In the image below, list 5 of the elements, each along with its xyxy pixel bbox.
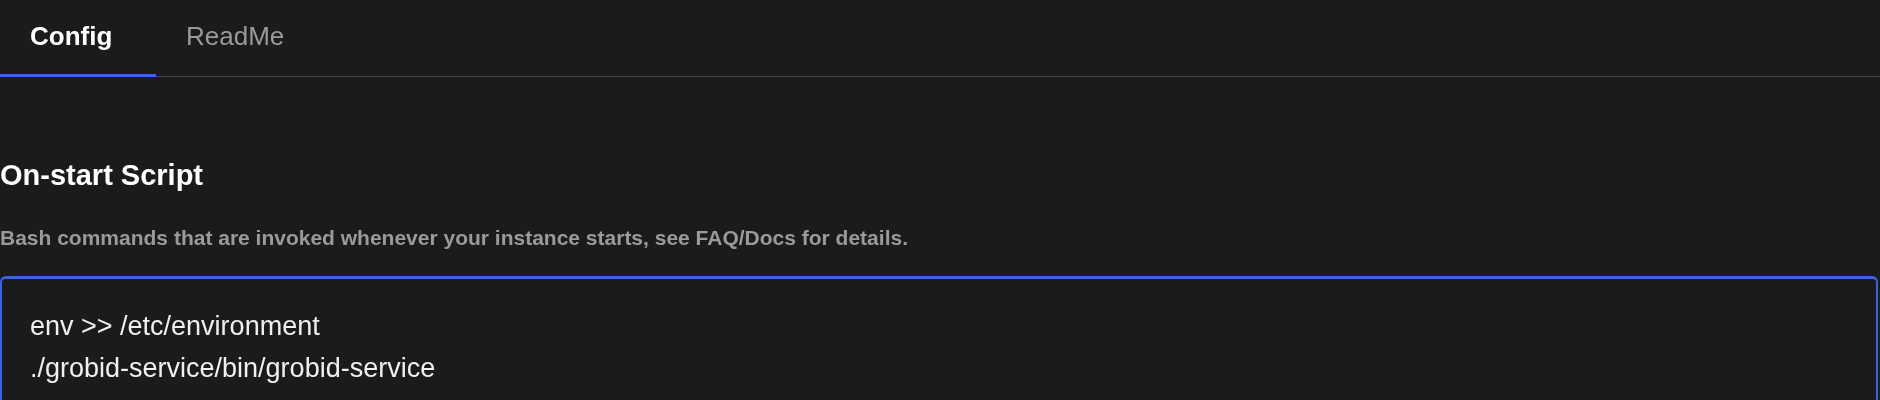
- tab[interactable]: Config: [0, 21, 156, 77]
- section-description: Bash commands that are invoked whenever your instance starts, see FAQ/Docs for details.: [0, 226, 909, 250]
- tab[interactable]: ReadMe: [156, 21, 312, 77]
- script-field[interactable]: env >> /etc/environment ./grobid-service/bin/grobid-service: [0, 276, 1878, 400]
- section-title: On-start Script: [0, 159, 205, 192]
